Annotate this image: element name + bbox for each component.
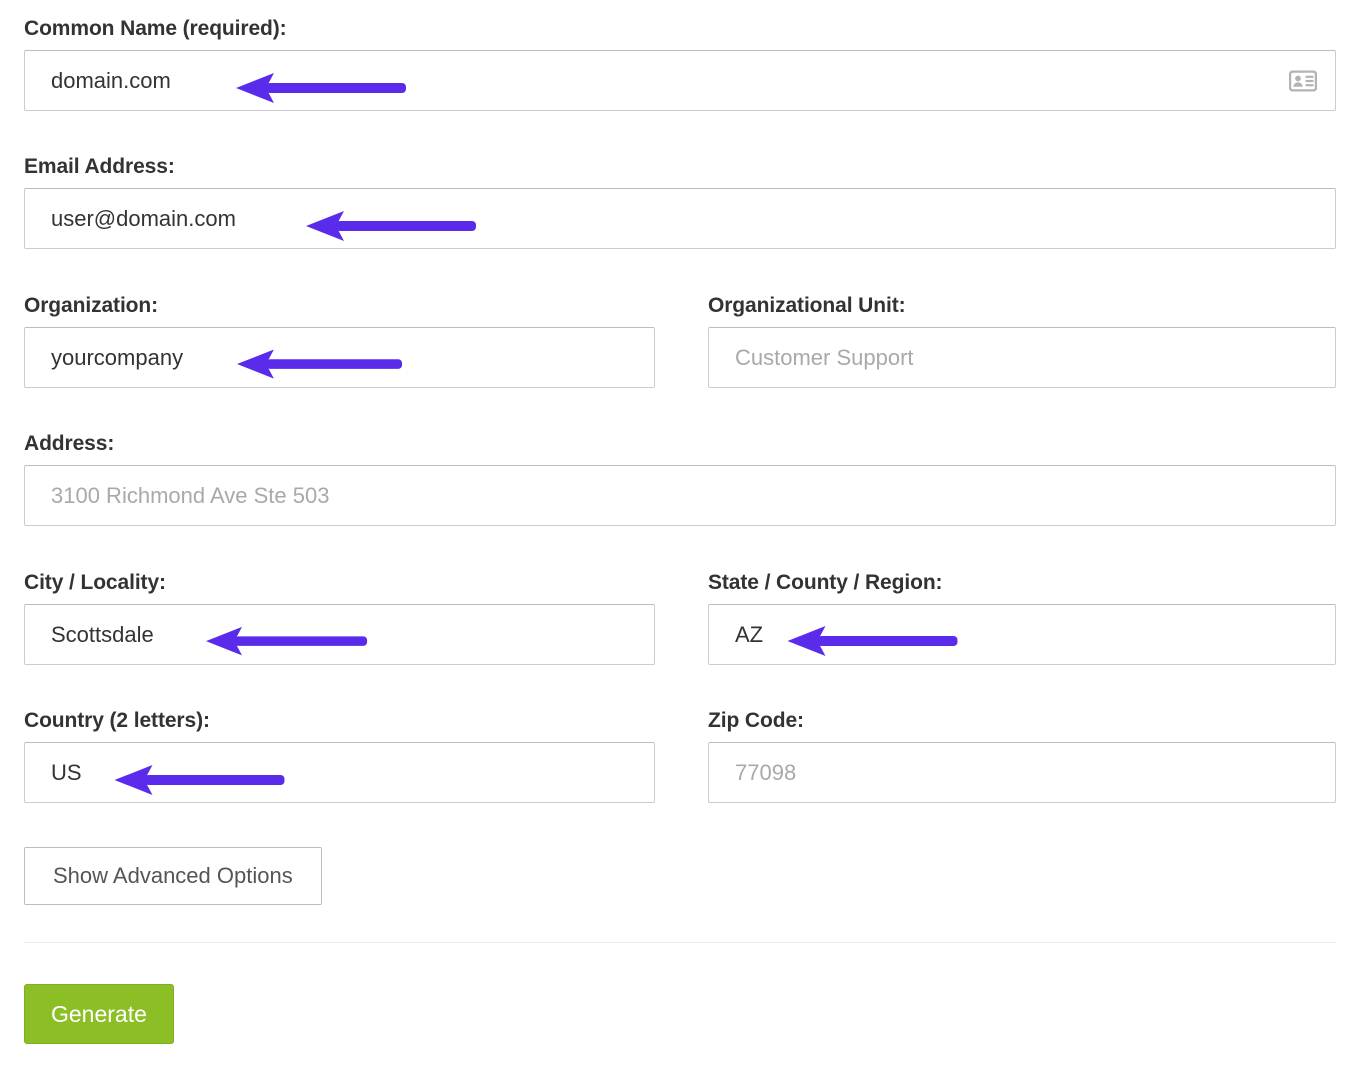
input-zip-code-placeholder: 77098 bbox=[735, 762, 796, 784]
submit-wrapper: Generate bbox=[24, 984, 174, 1044]
label-common-name: Common Name (required): bbox=[24, 18, 1336, 39]
input-common-name[interactable]: domain.com bbox=[24, 50, 1336, 111]
input-address[interactable]: 3100 Richmond Ave Ste 503 bbox=[24, 465, 1336, 526]
label-country: Country (2 letters): bbox=[24, 710, 655, 731]
input-country[interactable]: US bbox=[24, 742, 655, 803]
field-city-locality: City / Locality: Scottsdale bbox=[24, 572, 655, 665]
label-state-county-region: State / County / Region: bbox=[708, 572, 1336, 593]
input-state-county-region[interactable]: AZ bbox=[708, 604, 1336, 665]
label-city-locality: City / Locality: bbox=[24, 572, 655, 593]
field-zip-code: Zip Code: 77098 bbox=[708, 710, 1336, 803]
field-email-address: Email Address: user@domain.com bbox=[24, 156, 1336, 249]
advanced-options-wrapper: Show Advanced Options bbox=[24, 847, 322, 905]
field-state-county-region: State / County / Region: AZ bbox=[708, 572, 1336, 665]
input-zip-code[interactable]: 77098 bbox=[708, 742, 1336, 803]
show-advanced-options-button[interactable]: Show Advanced Options bbox=[24, 847, 322, 905]
input-email-address[interactable]: user@domain.com bbox=[24, 188, 1336, 249]
label-organizational-unit: Organizational Unit: bbox=[708, 295, 1336, 316]
contact-card-icon[interactable] bbox=[1289, 70, 1317, 91]
input-email-address-value: user@domain.com bbox=[51, 208, 236, 230]
input-organizational-unit-placeholder: Customer Support bbox=[735, 347, 914, 369]
input-city-locality-value: Scottsdale bbox=[51, 624, 154, 646]
input-organization[interactable]: yourcompany bbox=[24, 327, 655, 388]
input-organization-value: yourcompany bbox=[51, 347, 183, 369]
label-email-address: Email Address: bbox=[24, 156, 1336, 177]
generate-button[interactable]: Generate bbox=[24, 984, 174, 1044]
label-organization: Organization: bbox=[24, 295, 655, 316]
label-zip-code: Zip Code: bbox=[708, 710, 1336, 731]
field-common-name: Common Name (required): domain.com bbox=[24, 18, 1336, 111]
input-state-county-region-value: AZ bbox=[735, 624, 763, 646]
input-address-placeholder: 3100 Richmond Ave Ste 503 bbox=[51, 485, 329, 507]
field-organizational-unit: Organizational Unit: Customer Support bbox=[708, 295, 1336, 388]
csr-generator-form: Common Name (required): domain.com Email… bbox=[0, 0, 1356, 1089]
section-divider bbox=[24, 942, 1336, 943]
input-organizational-unit[interactable]: Customer Support bbox=[708, 327, 1336, 388]
field-country: Country (2 letters): US bbox=[24, 710, 655, 803]
label-address: Address: bbox=[24, 433, 1336, 454]
field-address: Address: 3100 Richmond Ave Ste 503 bbox=[24, 433, 1336, 526]
field-organization: Organization: yourcompany bbox=[24, 295, 655, 388]
input-common-name-value: domain.com bbox=[51, 70, 171, 92]
input-country-value: US bbox=[51, 762, 82, 784]
input-city-locality[interactable]: Scottsdale bbox=[24, 604, 655, 665]
